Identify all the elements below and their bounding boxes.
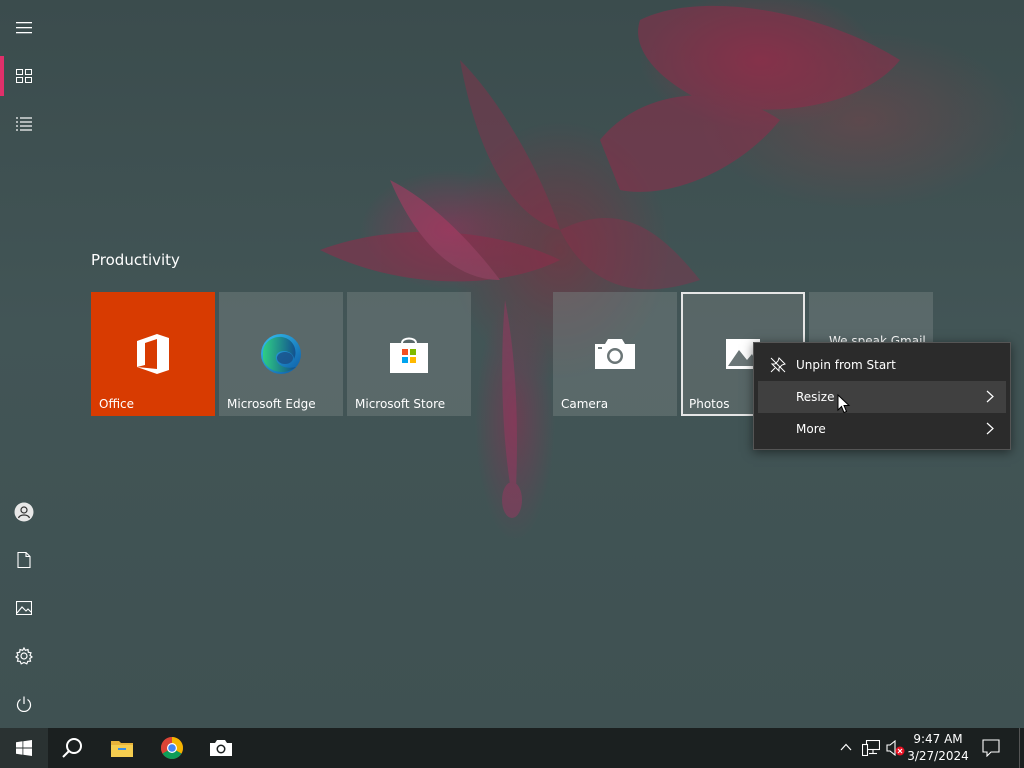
tile-office[interactable]: Office [91, 292, 215, 416]
pictures-button[interactable] [0, 584, 48, 632]
volume-muted-icon[interactable] [886, 740, 906, 756]
clock-date: 3/27/2024 [907, 749, 969, 763]
tile-label: Office [99, 397, 135, 411]
clock-time: 9:47 AM [913, 732, 963, 746]
chevron-right-icon [986, 422, 994, 435]
chrome-icon [161, 737, 183, 759]
search-button[interactable] [48, 728, 96, 768]
camera-icon [595, 339, 635, 369]
chevron-up-icon[interactable] [840, 743, 852, 751]
start-left-rail [0, 0, 48, 728]
taskbar-clock[interactable]: 9:47 AM 3/27/2024 [906, 731, 970, 765]
pictures-icon [16, 601, 32, 615]
expand-menu-button[interactable] [0, 4, 48, 52]
tile-label: Photos [689, 397, 730, 411]
menu-item-label: Resize [796, 390, 835, 404]
action-center-button[interactable] [968, 728, 1014, 768]
menu-item-resize[interactable]: Resize [758, 381, 1006, 413]
all-apps-button[interactable] [0, 100, 48, 148]
camera-icon [210, 740, 232, 756]
tile-label: Microsoft Store [355, 397, 446, 411]
power-icon [16, 696, 32, 712]
search-icon [62, 738, 82, 758]
gear-icon [15, 647, 33, 665]
all-apps-icon [16, 117, 32, 131]
edge-icon [261, 334, 301, 374]
hamburger-icon [16, 22, 32, 34]
tile-context-menu: Unpin from Start Resize More [753, 342, 1011, 450]
menu-item-label: Unpin from Start [796, 358, 896, 372]
tiles-icon [16, 69, 32, 83]
user-icon [14, 502, 34, 522]
tile-microsoft-store[interactable]: Microsoft Store [347, 292, 471, 416]
document-icon [17, 552, 31, 568]
menu-item-label: More [796, 422, 826, 436]
office-icon [137, 334, 169, 374]
start-button[interactable] [0, 728, 48, 768]
notifications-icon [982, 739, 1000, 757]
tile-label: Microsoft Edge [227, 397, 316, 411]
mouse-cursor-icon [837, 394, 851, 414]
taskbar-camera[interactable] [197, 728, 245, 768]
chevron-right-icon [986, 390, 994, 403]
user-account-button[interactable] [0, 488, 48, 536]
pinned-tiles-button[interactable] [0, 52, 48, 100]
taskbar-chrome[interactable] [148, 728, 196, 768]
tile-label: Camera [561, 397, 609, 411]
menu-item-more[interactable]: More [758, 413, 1006, 445]
documents-button[interactable] [0, 536, 48, 584]
unpin-icon [770, 357, 786, 373]
taskbar-file-explorer[interactable] [98, 728, 146, 768]
menu-item-unpin-from-start[interactable]: Unpin from Start [758, 349, 1006, 381]
show-desktop-divider[interactable] [1019, 728, 1020, 768]
file-explorer-icon [111, 741, 133, 757]
tile-microsoft-edge[interactable]: Microsoft Edge [219, 292, 343, 416]
power-button[interactable] [0, 680, 48, 728]
store-icon [390, 337, 428, 373]
settings-button[interactable] [0, 632, 48, 680]
tile-camera[interactable]: Camera [553, 292, 677, 416]
network-icon[interactable] [862, 740, 880, 756]
windows-start-icon [16, 740, 32, 756]
tile-group-title: Productivity [91, 251, 180, 269]
taskbar: 9:47 AM 3/27/2024 [0, 728, 1024, 768]
